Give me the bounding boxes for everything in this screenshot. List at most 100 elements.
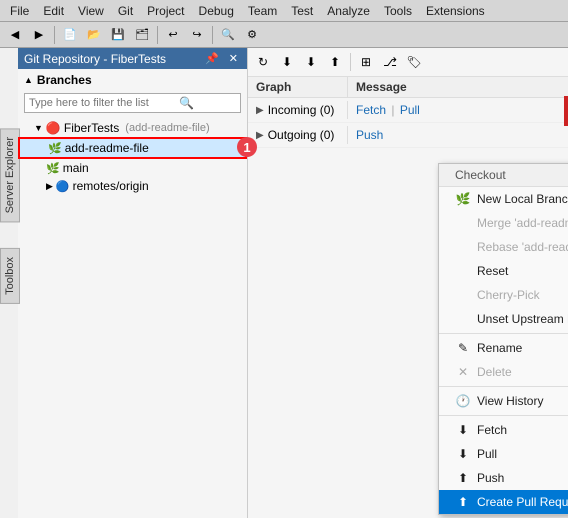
menu-bar: File Edit View Git Project Debug Team Te… bbox=[0, 0, 568, 22]
settings-btn[interactable]: ⚙ bbox=[241, 24, 263, 46]
fetch-icon: ⬇ bbox=[455, 423, 471, 437]
toolbar-sep-3 bbox=[212, 26, 213, 44]
back-btn[interactable]: ◀ bbox=[4, 24, 26, 46]
push-link[interactable]: Push bbox=[356, 128, 383, 142]
server-explorer-tab[interactable]: Server Explorer bbox=[0, 128, 20, 222]
search-icon: 🔍 bbox=[179, 96, 194, 110]
ctx-push[interactable]: ⬆ Push bbox=[439, 466, 568, 490]
menu-tools[interactable]: Tools bbox=[378, 2, 418, 20]
main-toolbar: ◀ ▶ 📄 📂 💾 🗂 ↩ ↪ 🔍 ⚙ bbox=[0, 22, 568, 48]
branch-label-add-readme: add-readme-file bbox=[65, 141, 149, 155]
menu-file[interactable]: File bbox=[4, 2, 35, 20]
remotes-origin[interactable]: ▶ 🔵 remotes/origin bbox=[18, 177, 247, 195]
repo-name: FiberTests bbox=[64, 121, 119, 135]
outgoing-message-cell: Push bbox=[348, 126, 568, 144]
branch-add-readme[interactable]: 🌿 add-readme-file bbox=[18, 137, 247, 159]
toolbox-tab[interactable]: Toolbox bbox=[0, 248, 20, 304]
fetch-link[interactable]: Fetch bbox=[356, 103, 386, 117]
graph-col-header: Graph bbox=[248, 77, 348, 97]
pull-btn[interactable]: ⬇ bbox=[300, 51, 322, 73]
incoming-message-cell: Fetch | Pull bbox=[348, 101, 568, 119]
menu-git[interactable]: Git bbox=[112, 2, 139, 20]
repo-root-item[interactable]: ▼ 🔴 FiberTests (add-readme-file) bbox=[18, 119, 247, 137]
refresh-btn[interactable]: ↻ bbox=[252, 51, 274, 73]
graph-header: Graph Message bbox=[248, 77, 568, 98]
forward-btn[interactable]: ▶ bbox=[28, 24, 50, 46]
ctx-sep-1 bbox=[439, 333, 568, 334]
new-btn[interactable]: 📄 bbox=[59, 24, 81, 46]
tag-btn[interactable]: 🏷 bbox=[403, 51, 425, 73]
fetch-remote-btn[interactable]: ⬇ bbox=[276, 51, 298, 73]
pull-icon: ⬇ bbox=[455, 447, 471, 461]
filter-btn[interactable]: ⊞ bbox=[355, 51, 377, 73]
ctx-merge: Merge 'add-readme-file' into 'add-readme… bbox=[439, 211, 568, 235]
pull-link[interactable]: Pull bbox=[400, 103, 420, 117]
menu-project[interactable]: Project bbox=[141, 2, 190, 20]
outgoing-expand[interactable]: ▶ bbox=[256, 130, 264, 141]
save-btn[interactable]: 💾 bbox=[107, 24, 129, 46]
branch-btn[interactable]: ⎇ bbox=[379, 51, 401, 73]
branch-main[interactable]: 🌿 main bbox=[18, 159, 247, 177]
push-btn[interactable]: ⬆ bbox=[324, 51, 346, 73]
push-icon: ⬆ bbox=[455, 471, 471, 485]
ctx-cherry-pick: Cherry-Pick bbox=[439, 283, 568, 307]
incoming-expand[interactable]: ▶ bbox=[256, 105, 264, 116]
right-panel: ↻ ⬇ ⬇ ⬆ ⊞ ⎇ 🏷 Graph Message ▶ Incoming (… bbox=[248, 48, 568, 518]
delete-icon: ✕ bbox=[455, 365, 471, 379]
annotation-badge-1: 1 bbox=[237, 137, 257, 157]
ctx-sep-2 bbox=[439, 386, 568, 387]
git-toolbar: ↻ ⬇ ⬇ ⬆ ⊞ ⎇ 🏷 bbox=[248, 48, 568, 77]
undo-btn[interactable]: ↩ bbox=[162, 24, 184, 46]
git-tb-sep bbox=[350, 53, 351, 71]
remotes-expand-icon: ▶ bbox=[46, 181, 53, 192]
incoming-row: ▶ Incoming (0) Fetch | Pull bbox=[248, 98, 568, 123]
close-panel-btn[interactable]: ✕ bbox=[226, 51, 241, 66]
ctx-rebase: Rebase 'add-readme-file' onto 'add-readm… bbox=[439, 235, 568, 259]
incoming-label: Incoming (0) bbox=[268, 103, 335, 117]
open-btn[interactable]: 📂 bbox=[83, 24, 105, 46]
git-panel-title: Git Repository - FiberTests bbox=[24, 52, 166, 66]
repo-expand-icon: ▼ bbox=[34, 123, 43, 133]
ctx-new-local-branch[interactable]: 🌿 New Local Branch From... bbox=[439, 187, 568, 211]
repo-branch-hint: (add-readme-file) bbox=[122, 122, 209, 134]
ctx-pull[interactable]: ⬇ Pull bbox=[439, 442, 568, 466]
tree-area: ▼ 🔴 FiberTests (add-readme-file) 🌿 add-r… bbox=[18, 115, 247, 518]
ctx-checkout-header: Checkout bbox=[439, 164, 568, 187]
menu-view[interactable]: View bbox=[72, 2, 110, 20]
search-btn[interactable]: 🔍 bbox=[217, 24, 239, 46]
redo-btn[interactable]: ↪ bbox=[186, 24, 208, 46]
outgoing-graph-cell: ▶ Outgoing (0) bbox=[248, 126, 348, 144]
new-branch-icon: 🌿 bbox=[455, 192, 471, 206]
menu-test[interactable]: Test bbox=[285, 2, 319, 20]
ctx-fetch[interactable]: ⬇ Fetch bbox=[439, 418, 568, 442]
branch-label-main: main bbox=[63, 161, 89, 175]
ctx-reset[interactable]: Reset ▶ bbox=[439, 259, 568, 283]
ctx-unset-upstream[interactable]: Unset Upstream Branch bbox=[439, 307, 568, 331]
ctx-sep-3 bbox=[439, 415, 568, 416]
repo-branch-icon: 🔴 bbox=[46, 121, 61, 135]
saveall-btn[interactable]: 🗂 bbox=[131, 24, 153, 46]
filter-input[interactable] bbox=[29, 97, 179, 109]
branch-item-wrapper: 🌿 add-readme-file 1 bbox=[18, 137, 247, 159]
branches-triangle: ▲ bbox=[24, 75, 33, 85]
ctx-rename[interactable]: ✎ Rename bbox=[439, 336, 568, 360]
menu-team[interactable]: Team bbox=[242, 2, 283, 20]
incoming-graph-cell: ▶ Incoming (0) bbox=[248, 101, 348, 119]
branch-icon-main: 🌿 bbox=[46, 162, 60, 175]
menu-edit[interactable]: Edit bbox=[37, 2, 70, 20]
menu-extensions[interactable]: Extensions bbox=[420, 2, 491, 20]
toolbar-sep-1 bbox=[54, 26, 55, 44]
outgoing-label: Outgoing (0) bbox=[268, 128, 335, 142]
pin-btn[interactable]: 📌 bbox=[202, 51, 222, 66]
ctx-create-pr[interactable]: ⬆ Create Pull Request 2 bbox=[439, 490, 568, 514]
pipe-sep-1: | bbox=[391, 103, 394, 117]
header-btns: 📌 ✕ bbox=[202, 51, 241, 66]
menu-analyze[interactable]: Analyze bbox=[321, 2, 376, 20]
branches-label: ▲ Branches bbox=[18, 69, 247, 91]
rename-icon: ✎ bbox=[455, 341, 471, 355]
remotes-label: remotes/origin bbox=[73, 179, 149, 193]
red-accent bbox=[564, 96, 568, 126]
ctx-delete: ✕ Delete Del bbox=[439, 360, 568, 384]
ctx-view-history[interactable]: 🕐 View History bbox=[439, 389, 568, 413]
menu-debug[interactable]: Debug bbox=[193, 2, 240, 20]
